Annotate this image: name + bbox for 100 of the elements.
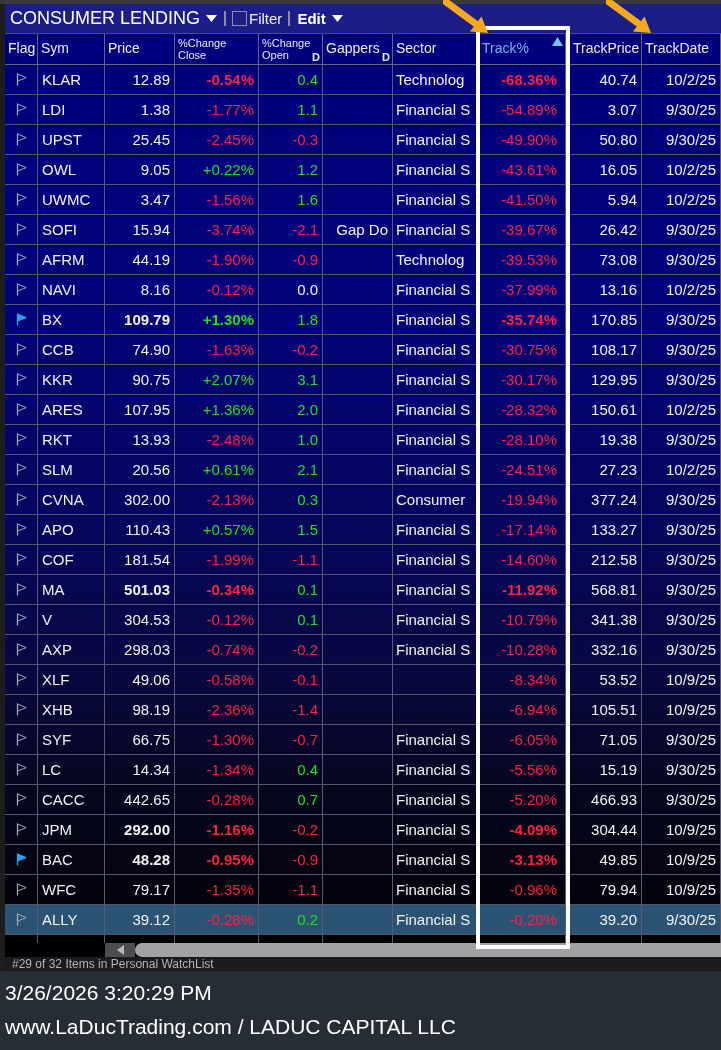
table-row[interactable]: APO 110.43 +0.57% 1.5 Financial S -17.14% 133.27 9/30/25 bbox=[5, 515, 721, 545]
flag-icon[interactable] bbox=[15, 343, 27, 356]
flag-icon[interactable] bbox=[15, 883, 27, 896]
flag-icon[interactable] bbox=[15, 283, 27, 296]
column-header[interactable]: Flag bbox=[5, 34, 38, 64]
flag-icon[interactable] bbox=[15, 403, 27, 416]
price-cell: 66.75 bbox=[105, 725, 175, 754]
change-open-cell: -0.9 bbox=[259, 845, 323, 874]
table-row[interactable]: CCB 74.90 -1.63% -0.2 Financial S -30.75% 108.17 9/30/25 bbox=[5, 335, 721, 365]
table-row[interactable]: CACC 442.65 -0.28% 0.7 Financial S -5.20% 466.93 9/30/25 bbox=[5, 785, 721, 815]
symbol-cell: V bbox=[38, 605, 105, 634]
flag-icon[interactable] bbox=[15, 643, 27, 656]
flag-icon[interactable] bbox=[15, 523, 27, 536]
track-percent-cell: -39.53% bbox=[479, 245, 566, 274]
table-row[interactable]: JPM 292.00 -1.16% -0.2 Financial S -4.09% 304.44 10/9/25 bbox=[5, 815, 721, 845]
table-row[interactable]: COF 181.54 -1.99% -1.1 Financial S -14.60% 212.58 9/30/25 bbox=[5, 545, 721, 575]
table-row[interactable]: LDI 1.38 -1.77% 1.1 Financial S -54.89% 3.07 9/30/25 bbox=[5, 95, 721, 125]
table-row[interactable]: BX 109.79 +1.30% 1.8 Financial S -35.74% 170.85 9/30/25 bbox=[5, 305, 721, 335]
change-close-cell: -1.63% bbox=[175, 335, 259, 364]
price-cell: 39.12 bbox=[105, 905, 175, 934]
track-percent-cell: -28.32% bbox=[479, 395, 566, 424]
table-row[interactable]: LC 14.34 -1.34% 0.4 Financial S -5.56% 15.19 9/30/25 bbox=[5, 755, 721, 785]
column-header[interactable]: %Change Open D bbox=[259, 34, 323, 64]
table-row[interactable]: ALLY 39.12 -0.28% 0.2 Financial S -0.20% 39.20 9/30/25 bbox=[5, 905, 721, 935]
table-row[interactable]: KKR 90.75 +2.07% 3.1 Financial S -30.17% 129.95 9/30/25 bbox=[5, 365, 721, 395]
table-row[interactable]: XHB 98.19 -2.36% -1.4 -6.94% 105.51 10/9/25 bbox=[5, 695, 721, 725]
track-percent-cell: -68.36% bbox=[479, 65, 566, 94]
column-header[interactable]: TrackDate bbox=[642, 34, 721, 64]
change-open-cell: 0.4 bbox=[259, 755, 323, 784]
flag-icon[interactable] bbox=[15, 223, 27, 236]
flag-icon[interactable] bbox=[15, 673, 27, 686]
table-row[interactable]: AXP 298.03 -0.74% -0.2 Financial S -10.28% 332.16 9/30/25 bbox=[5, 635, 721, 665]
table-row[interactable]: BAC 48.28 -0.95% -0.9 Financial S -3.13% 49.85 10/9/25 bbox=[5, 845, 721, 875]
change-open-cell: -2.1 bbox=[259, 215, 323, 244]
filter-label[interactable]: Filter bbox=[249, 10, 283, 27]
flag-icon[interactable] bbox=[15, 163, 27, 176]
table-row[interactable]: SYF 66.75 -1.30% -0.7 Financial S -6.05% 71.05 9/30/25 bbox=[5, 725, 721, 755]
symbol-cell: AXP bbox=[38, 635, 105, 664]
column-header[interactable]: %Change Close bbox=[175, 34, 259, 64]
flag-icon[interactable] bbox=[15, 313, 27, 326]
flag-icon[interactable] bbox=[15, 433, 27, 446]
track-date-cell: 10/9/25 bbox=[642, 665, 721, 694]
timestamp-text: 3/26/2026 3:20:29 PM bbox=[5, 980, 213, 1006]
column-header[interactable]: Track% bbox=[479, 34, 566, 64]
flag-icon[interactable] bbox=[15, 823, 27, 836]
flag-icon[interactable] bbox=[15, 793, 27, 806]
column-header[interactable]: Price bbox=[105, 34, 175, 64]
column-header[interactable]: Sym bbox=[38, 34, 105, 64]
track-date-cell: 9/30/25 bbox=[642, 515, 721, 544]
table-row[interactable]: KLAR 12.89 -0.54% 0.4 Technolog -68.36% 40.74 10/2/25 bbox=[5, 65, 721, 95]
scrollbar-thumb[interactable] bbox=[135, 943, 721, 957]
flag-icon[interactable] bbox=[15, 733, 27, 746]
filter-checkbox[interactable] bbox=[232, 11, 248, 26]
table-row[interactable]: NAVI 8.16 -0.12% 0.0 Financial S -37.99% 13.16 10/2/25 bbox=[5, 275, 721, 305]
flag-icon[interactable] bbox=[15, 133, 27, 146]
flag-icon[interactable] bbox=[15, 703, 27, 716]
table-row[interactable]: SLM 20.56 +0.61% 2.1 Financial S -24.51% 27.23 10/2/25 bbox=[5, 455, 721, 485]
track-date-cell: 9/30/25 bbox=[642, 575, 721, 604]
flag-icon[interactable] bbox=[15, 103, 27, 116]
watchlist-menu[interactable]: CONSUMER LENDING bbox=[9, 8, 219, 29]
flag-icon[interactable] bbox=[15, 463, 27, 476]
symbol-cell: LC bbox=[38, 755, 105, 784]
table-row[interactable]: OWL 9.05 +0.22% 1.2 Financial S -43.61% 16.05 10/2/25 bbox=[5, 155, 721, 185]
change-open-cell: 1.1 bbox=[259, 95, 323, 124]
table-row[interactable]: UWMC 3.47 -1.56% 1.6 Financial S -41.50% 5.94 10/2/25 bbox=[5, 185, 721, 215]
flag-icon[interactable] bbox=[15, 373, 27, 386]
price-cell: 98.19 bbox=[105, 695, 175, 724]
flag-icon[interactable] bbox=[15, 763, 27, 776]
table-row[interactable]: XLF 49.06 -0.58% -0.1 -8.34% 53.52 10/9/25 bbox=[5, 665, 721, 695]
table-row[interactable]: ARES 107.95 +1.36% 2.0 Financial S -28.32% 150.61 10/2/25 bbox=[5, 395, 721, 425]
symbol-cell: COF bbox=[38, 545, 105, 574]
track-date-cell: 10/2/25 bbox=[642, 455, 721, 484]
flag-icon[interactable] bbox=[15, 553, 27, 566]
change-close-cell: -1.99% bbox=[175, 545, 259, 574]
change-open-cell: 0.1 bbox=[259, 575, 323, 604]
change-close-cell: +0.57% bbox=[175, 515, 259, 544]
table-row[interactable]: UPST 25.45 -2.45% -0.3 Financial S -49.90% 50.80 9/30/25 bbox=[5, 125, 721, 155]
table-row[interactable]: RKT 13.93 -2.48% 1.0 Financial S -28.10% 19.38 9/30/25 bbox=[5, 425, 721, 455]
table-row[interactable]: AFRM 44.19 -1.90% -0.9 Technolog -39.53% 73.08 9/30/25 bbox=[5, 245, 721, 275]
table-row[interactable]: CVNA 302.00 -2.13% 0.3 Consumer -19.94% 377.24 9/30/25 bbox=[5, 485, 721, 515]
column-header[interactable]: Sector bbox=[393, 34, 479, 64]
sector-cell: Financial S bbox=[393, 305, 479, 334]
track-date-cell: 10/9/25 bbox=[642, 815, 721, 844]
column-header[interactable]: TrackPrice bbox=[566, 34, 642, 64]
symbol-cell: ALLY bbox=[38, 905, 105, 934]
change-close-cell: -0.58% bbox=[175, 665, 259, 694]
table-row[interactable]: V 304.53 -0.12% 0.1 Financial S -10.79% 341.38 9/30/25 bbox=[5, 605, 721, 635]
track-price-cell: 39.20 bbox=[566, 905, 642, 934]
track-price-cell: 332.16 bbox=[566, 635, 642, 664]
flag-icon[interactable] bbox=[15, 253, 27, 266]
scroll-left-button[interactable] bbox=[105, 943, 135, 957]
flag-icon[interactable] bbox=[15, 613, 27, 626]
edit-menu[interactable]: Edit bbox=[296, 10, 344, 27]
flag-icon[interactable] bbox=[15, 583, 27, 596]
table-row[interactable]: MA 501.03 -0.34% 0.1 Financial S -11.92% 568.81 9/30/25 bbox=[5, 575, 721, 605]
flag-icon[interactable] bbox=[15, 853, 27, 866]
flag-icon[interactable] bbox=[15, 73, 27, 86]
flag-icon[interactable] bbox=[15, 193, 27, 206]
table-row[interactable]: SOFI 15.94 -3.74% -2.1 Gap Do Financial S -39.67% 26.42 9/30/25 bbox=[5, 215, 721, 245]
flag-icon[interactable] bbox=[15, 493, 27, 506]
